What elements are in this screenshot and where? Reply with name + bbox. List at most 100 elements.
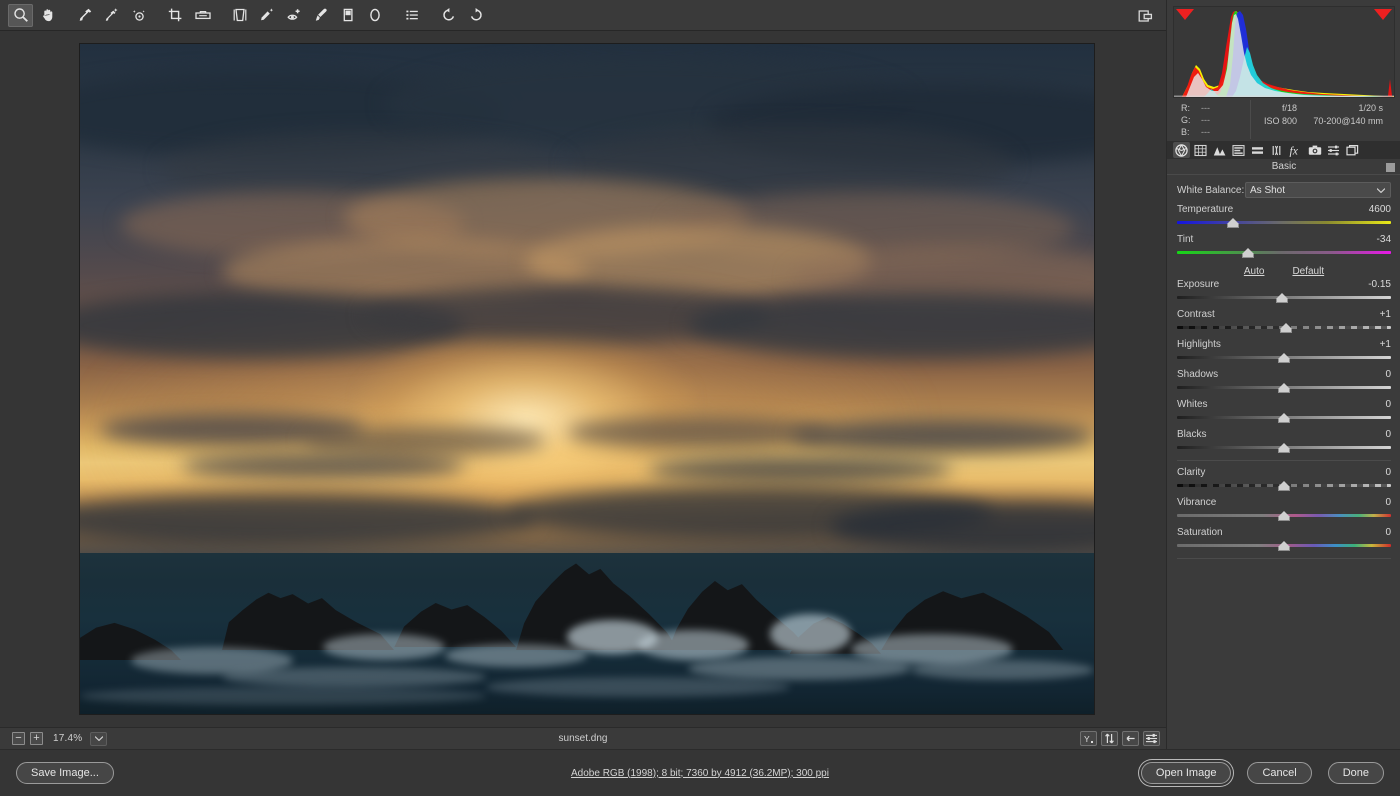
fullscreen-toggle-icon[interactable]	[1133, 4, 1158, 27]
slider-value[interactable]: 0	[1385, 369, 1391, 380]
slider-thumb[interactable]	[1278, 541, 1290, 551]
shadow-clipping-warning-icon[interactable]	[1176, 9, 1194, 20]
crop-tool[interactable]	[163, 4, 188, 27]
white-balance-tool[interactable]	[72, 4, 97, 27]
slider-thumb[interactable]	[1227, 218, 1239, 228]
chevron-down-icon	[1377, 185, 1385, 196]
tab-effects[interactable]: fx	[1287, 142, 1304, 158]
straighten-tool[interactable]	[190, 4, 215, 27]
slider-clarity[interactable]: Clarity 0	[1167, 461, 1400, 491]
presets-menu-tool[interactable]	[399, 4, 424, 27]
exif-aperture: f/18	[1251, 102, 1297, 115]
slider-thumb[interactable]	[1278, 353, 1290, 363]
tab-lens-corrections[interactable]	[1268, 142, 1285, 158]
slider-whites[interactable]: Whites 0	[1167, 393, 1400, 423]
tab-camera-calibration[interactable]	[1306, 142, 1323, 158]
tab-hsl-grayscale[interactable]	[1230, 142, 1247, 158]
tab-split-toning[interactable]	[1249, 142, 1266, 158]
slider-thumb[interactable]	[1278, 413, 1290, 423]
slider-value[interactable]: 0	[1385, 527, 1391, 538]
exif-shutter: 1/20 s	[1297, 102, 1383, 115]
open-image-button[interactable]: Open Image	[1141, 762, 1232, 784]
white-balance-row: White Balance: As Shot	[1167, 178, 1400, 198]
before-after-swap-icon[interactable]	[1101, 731, 1118, 746]
zoom-tool[interactable]	[8, 4, 33, 27]
slider-value[interactable]: 0	[1385, 429, 1391, 440]
slider-blacks[interactable]: Blacks 0	[1167, 423, 1400, 453]
adjustments-panel: R:--- G:--- B:--- f/181/20 s ISO 80070-2…	[1166, 0, 1400, 749]
zoom-out-label: −	[15, 733, 21, 744]
color-sampler-tool[interactable]	[99, 4, 124, 27]
slider-value[interactable]: 0	[1385, 497, 1391, 508]
chevron-down-icon	[95, 736, 103, 741]
top-toolbar	[0, 0, 1166, 31]
slider-label: Contrast	[1177, 309, 1215, 320]
slider-thumb[interactable]	[1278, 481, 1290, 491]
before-after-copy-icon[interactable]	[1122, 731, 1139, 746]
targeted-adjustment-tool[interactable]	[126, 4, 151, 27]
tab-presets[interactable]	[1325, 142, 1342, 158]
fx-icon: fx	[1289, 144, 1303, 157]
status-bar-icons: Y	[1080, 731, 1160, 746]
slider-exposure[interactable]: Exposure -0.15	[1167, 279, 1400, 303]
slider-contrast[interactable]: Contrast +1	[1167, 303, 1400, 333]
transform-tool[interactable]	[227, 4, 252, 27]
done-button[interactable]: Done	[1328, 762, 1384, 784]
image-canvas-area[interactable]	[0, 31, 1166, 727]
zoom-level-value[interactable]: 17.4%	[53, 733, 82, 744]
panel-flyout-menu-icon[interactable]	[1386, 163, 1395, 172]
slider-temperature[interactable]: Temperature 4600	[1167, 198, 1400, 228]
slider-value[interactable]: -0.15	[1368, 279, 1391, 290]
slider-value[interactable]: 0	[1385, 399, 1391, 410]
spot-removal-tool[interactable]	[254, 4, 279, 27]
rgb-g-label: G:	[1181, 114, 1201, 126]
snapshots-icon	[1346, 144, 1359, 157]
histogram-widget[interactable]	[1173, 6, 1395, 98]
zoom-out-button[interactable]: −	[12, 732, 25, 745]
slider-value[interactable]: 4600	[1369, 204, 1391, 215]
preview-toggle-icon[interactable]: Y	[1080, 731, 1097, 746]
slider-thumb[interactable]	[1278, 511, 1290, 521]
white-balance-select[interactable]: As Shot	[1245, 182, 1391, 198]
red-eye-removal-tool[interactable]	[281, 4, 306, 27]
adjustment-brush-tool[interactable]	[308, 4, 333, 27]
slider-vibrance[interactable]: Vibrance 0	[1167, 491, 1400, 521]
rotate-counterclockwise-tool[interactable]	[436, 4, 461, 27]
slider-value[interactable]: -34	[1377, 234, 1391, 245]
slider-thumb[interactable]	[1242, 248, 1254, 258]
preview-preferences-icon[interactable]	[1143, 731, 1160, 746]
tab-snapshots[interactable]	[1344, 142, 1361, 158]
slider-thumb[interactable]	[1280, 323, 1292, 333]
zoom-level-dropdown[interactable]	[90, 732, 107, 746]
graduated-filter-tool[interactable]	[335, 4, 360, 27]
auto-link[interactable]: Auto	[1244, 266, 1265, 277]
slider-thumb[interactable]	[1278, 383, 1290, 393]
slider-label: Exposure	[1177, 279, 1219, 290]
image-metadata-readout: R:--- G:--- B:--- f/181/20 s ISO 80070-2…	[1173, 100, 1395, 139]
canvas-status-bar: − + 17.4% sunset.dng Y	[0, 727, 1166, 749]
rotate-clockwise-tool[interactable]	[463, 4, 488, 27]
slider-shadows[interactable]: Shadows 0	[1167, 363, 1400, 393]
slider-thumb[interactable]	[1278, 443, 1290, 453]
slider-thumb[interactable]	[1276, 293, 1288, 303]
slider-value[interactable]: +1	[1380, 339, 1391, 350]
rgb-g-value: ---	[1201, 114, 1210, 126]
slider-highlights[interactable]: Highlights +1	[1167, 333, 1400, 363]
hand-tool[interactable]	[35, 4, 60, 27]
dialog-footer: Save Image... Adobe RGB (1998); 8 bit; 7…	[0, 749, 1400, 796]
radial-filter-tool[interactable]	[362, 4, 387, 27]
highlight-clipping-warning-icon[interactable]	[1374, 9, 1392, 20]
slider-value[interactable]: 0	[1385, 467, 1391, 478]
slider-tint[interactable]: Tint -34	[1167, 228, 1400, 258]
default-link[interactable]: Default	[1292, 266, 1324, 277]
tab-tone-curve[interactable]	[1192, 142, 1209, 158]
detail-triangles-icon	[1213, 144, 1226, 157]
photo-frame[interactable]	[79, 43, 1095, 715]
slider-value[interactable]: +1	[1380, 309, 1391, 320]
tab-basic[interactable]	[1173, 142, 1190, 158]
zoom-in-button[interactable]: +	[30, 732, 43, 745]
raw-photo-preview	[80, 44, 1094, 714]
cancel-button[interactable]: Cancel	[1247, 762, 1311, 784]
tab-detail[interactable]	[1211, 142, 1228, 158]
slider-saturation[interactable]: Saturation 0	[1167, 521, 1400, 551]
